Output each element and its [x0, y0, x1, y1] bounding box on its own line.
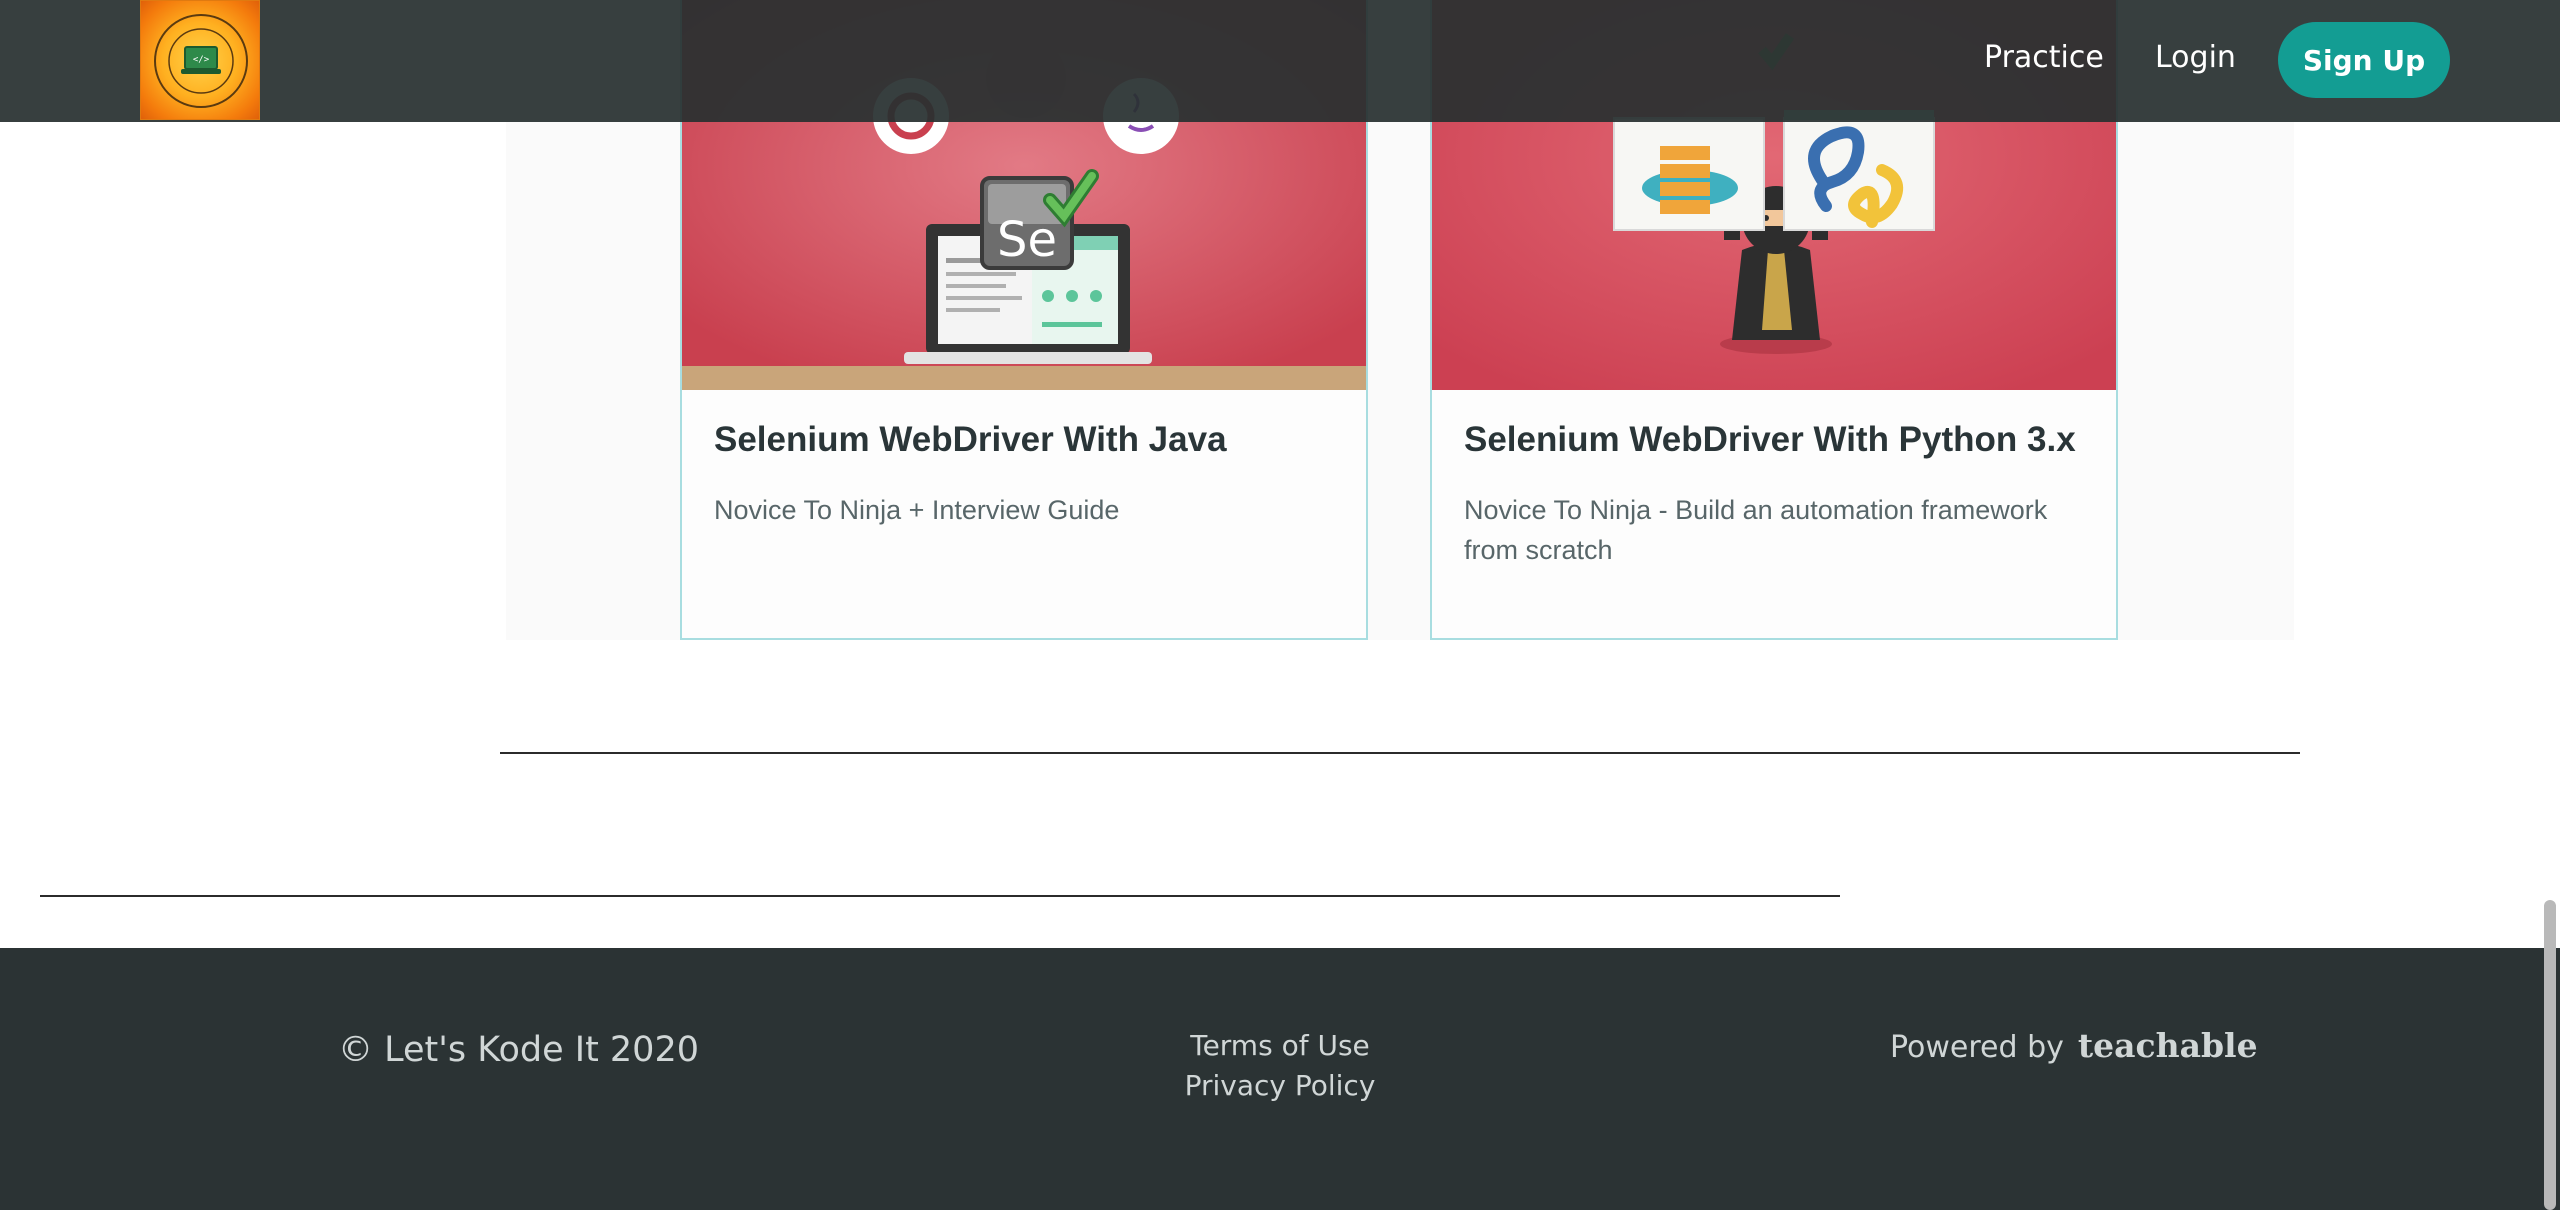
section-divider — [500, 752, 2300, 754]
course-title[interactable]: Selenium WebDriver With Java — [714, 420, 1227, 460]
footer-links: Terms of Use Privacy Policy — [1130, 1026, 1430, 1106]
nav-practice-link[interactable]: Practice — [1984, 40, 2104, 75]
terms-of-use-link[interactable]: Terms of Use — [1130, 1026, 1430, 1066]
signup-button[interactable]: Sign Up — [2278, 22, 2450, 98]
site-footer: © Let's Kode It 2020 Terms of Use Privac… — [0, 948, 2560, 1210]
course-title[interactable]: Selenium WebDriver With Python 3.x — [1464, 420, 2076, 460]
svg-text:Se: Se — [997, 212, 1057, 268]
course-subtitle: Novice To Ninja - Build an automation fr… — [1464, 495, 2048, 565]
svg-text:</>: </> — [193, 55, 210, 65]
site-logo[interactable]: </> — [140, 0, 260, 120]
nav-login-link[interactable]: Login — [2155, 40, 2236, 75]
section-divider — [40, 895, 1840, 897]
powered-by-label: Powered by — [1890, 1030, 2064, 1065]
course-subtitle: Novice To Ninja + Interview Guide — [714, 495, 1120, 525]
powered-by[interactable]: Powered by teachable — [1890, 1026, 2258, 1065]
teachable-brand: teachable — [2077, 1026, 2258, 1065]
scrollbar-thumb[interactable] — [2544, 900, 2556, 1210]
privacy-policy-link[interactable]: Privacy Policy — [1130, 1066, 1430, 1106]
site-header: </> Practice Login Sign Up — [0, 0, 2560, 122]
copyright-text: © Let's Kode It 2020 — [338, 1030, 699, 1070]
page: Se Selenium WebDriver With Java Novice T… — [0, 0, 2560, 1210]
laptop-logo-icon: </> — [154, 14, 248, 108]
